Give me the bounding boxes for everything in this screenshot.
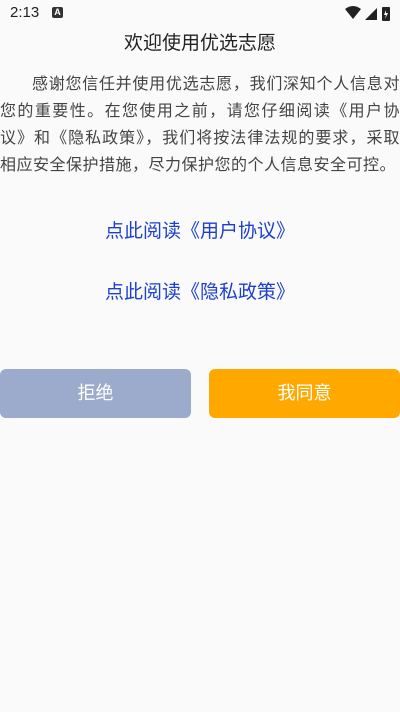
privacy-policy-link[interactable]: 点此阅读《隐私政策》 — [0, 277, 400, 304]
notification-icon: A — [52, 7, 63, 18]
wifi-icon — [345, 6, 361, 19]
status-time: 2:13 — [10, 4, 40, 21]
user-agreement-link[interactable]: 点此阅读《用户协议》 — [0, 216, 400, 243]
agree-button[interactable]: 我同意 — [209, 369, 400, 418]
battery-icon — [382, 7, 390, 21]
status-bar: 2:13 A — [0, 0, 400, 28]
privacy-notice-text: 感谢您信任并使用优选志愿，我们深知个人信息对您的重要性。在您使用之前，请您仔细阅… — [0, 74, 400, 174]
dialog-title: 欢迎使用优选志愿 — [123, 32, 276, 54]
signal-icon — [365, 8, 377, 20]
status-icons — [344, 5, 392, 23]
refuse-button[interactable]: 拒绝 — [0, 369, 191, 418]
